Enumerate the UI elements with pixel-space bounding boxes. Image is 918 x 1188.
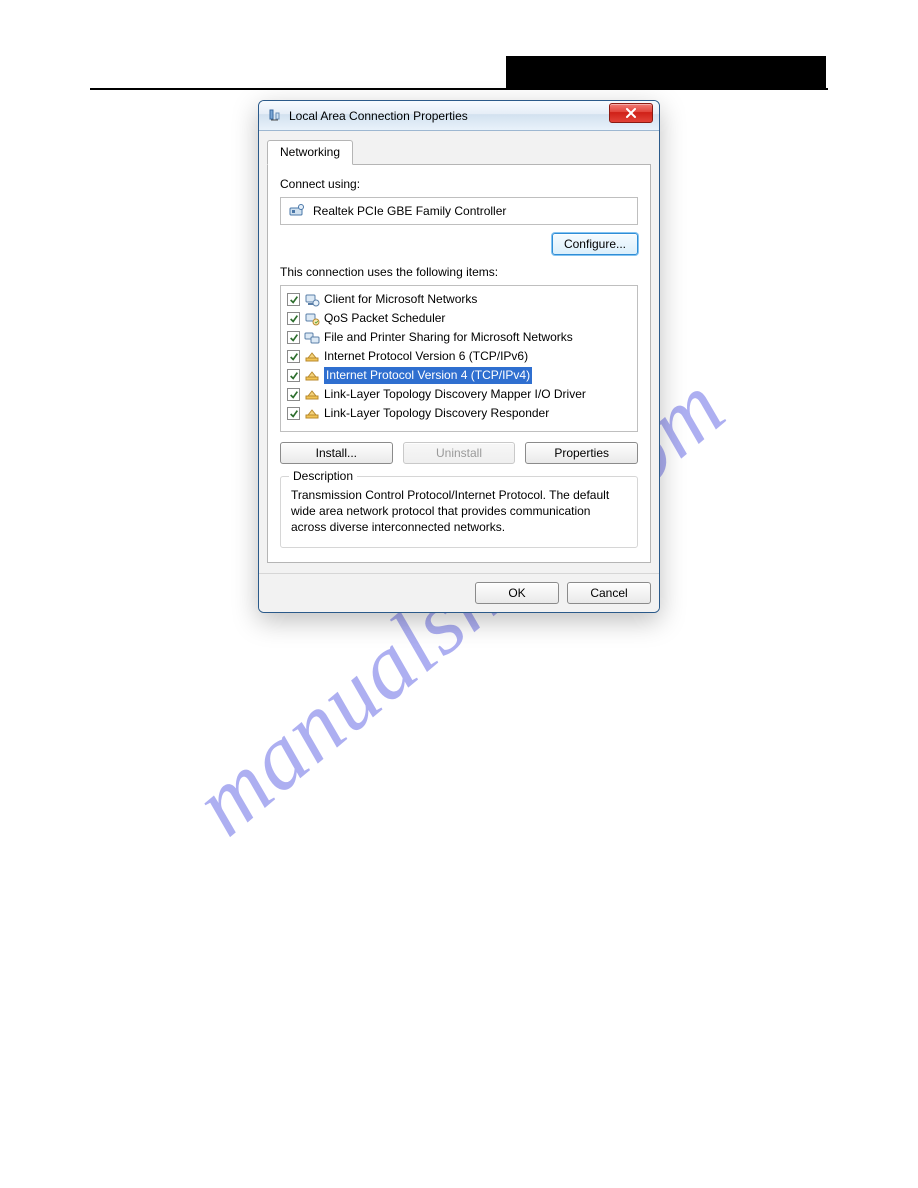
checkbox[interactable] <box>287 312 300 325</box>
tab-networking[interactable]: Networking <box>267 140 353 165</box>
connect-using-label: Connect using: <box>280 177 638 191</box>
proto-icon <box>304 349 320 365</box>
proto-icon <box>304 406 320 422</box>
dialog-footer: OK Cancel <box>259 573 659 612</box>
description-title: Description <box>289 469 357 483</box>
dialog-client: Networking Connect using: Realtek PCIe G… <box>259 131 659 573</box>
checkbox[interactable] <box>287 293 300 306</box>
list-item[interactable]: QoS Packet Scheduler <box>285 309 633 328</box>
uninstall-button: Uninstall <box>403 442 516 464</box>
header-rule <box>90 88 828 90</box>
list-item[interactable]: Internet Protocol Version 4 (TCP/IPv4) <box>285 366 633 385</box>
proto-icon <box>304 368 320 384</box>
checkbox[interactable] <box>287 331 300 344</box>
ok-button[interactable]: OK <box>475 582 559 604</box>
close-button[interactable] <box>609 103 653 123</box>
checkbox[interactable] <box>287 407 300 420</box>
list-item-label: Internet Protocol Version 4 (TCP/IPv4) <box>324 367 532 384</box>
properties-button[interactable]: Properties <box>525 442 638 464</box>
list-item[interactable]: File and Printer Sharing for Microsoft N… <box>285 328 633 347</box>
configure-button[interactable]: Configure... <box>552 233 638 255</box>
list-item-label: QoS Packet Scheduler <box>324 310 445 327</box>
list-item[interactable]: Link-Layer Topology Discovery Responder <box>285 404 633 423</box>
list-item[interactable]: Client for Microsoft Networks <box>285 290 633 309</box>
list-item-label: Link-Layer Topology Discovery Responder <box>324 405 549 422</box>
dialog-title: Local Area Connection Properties <box>289 109 468 123</box>
adapter-field: Realtek PCIe GBE Family Controller <box>280 197 638 225</box>
share-icon <box>304 330 320 346</box>
properties-dialog: Local Area Connection Properties Network… <box>258 100 660 613</box>
adapter-name: Realtek PCIe GBE Family Controller <box>313 204 506 218</box>
cancel-button[interactable]: Cancel <box>567 582 651 604</box>
checkbox[interactable] <box>287 350 300 363</box>
items-listbox[interactable]: Client for Microsoft Networks QoS Packet … <box>280 285 638 432</box>
description-group: Description Transmission Control Protoco… <box>280 476 638 548</box>
client-icon <box>304 292 320 308</box>
list-item-label: File and Printer Sharing for Microsoft N… <box>324 329 573 346</box>
list-item-label: Internet Protocol Version 6 (TCP/IPv6) <box>324 348 528 365</box>
header-black-box <box>506 56 826 88</box>
list-item-label: Link-Layer Topology Discovery Mapper I/O… <box>324 386 586 403</box>
titlebar[interactable]: Local Area Connection Properties <box>259 101 659 131</box>
tabstrip: Networking <box>267 139 651 165</box>
proto-icon <box>304 387 320 403</box>
list-item-label: Client for Microsoft Networks <box>324 291 477 308</box>
checkbox[interactable] <box>287 388 300 401</box>
nic-icon <box>289 203 305 219</box>
checkbox[interactable] <box>287 369 300 382</box>
items-label: This connection uses the following items… <box>280 265 638 279</box>
network-adapter-icon <box>267 108 283 124</box>
tab-panel: Connect using: Realtek PCIe GBE Family C… <box>267 164 651 563</box>
install-button[interactable]: Install... <box>280 442 393 464</box>
qos-icon <box>304 311 320 327</box>
description-text: Transmission Control Protocol/Internet P… <box>291 487 627 535</box>
list-item[interactable]: Internet Protocol Version 6 (TCP/IPv6) <box>285 347 633 366</box>
list-item[interactable]: Link-Layer Topology Discovery Mapper I/O… <box>285 385 633 404</box>
